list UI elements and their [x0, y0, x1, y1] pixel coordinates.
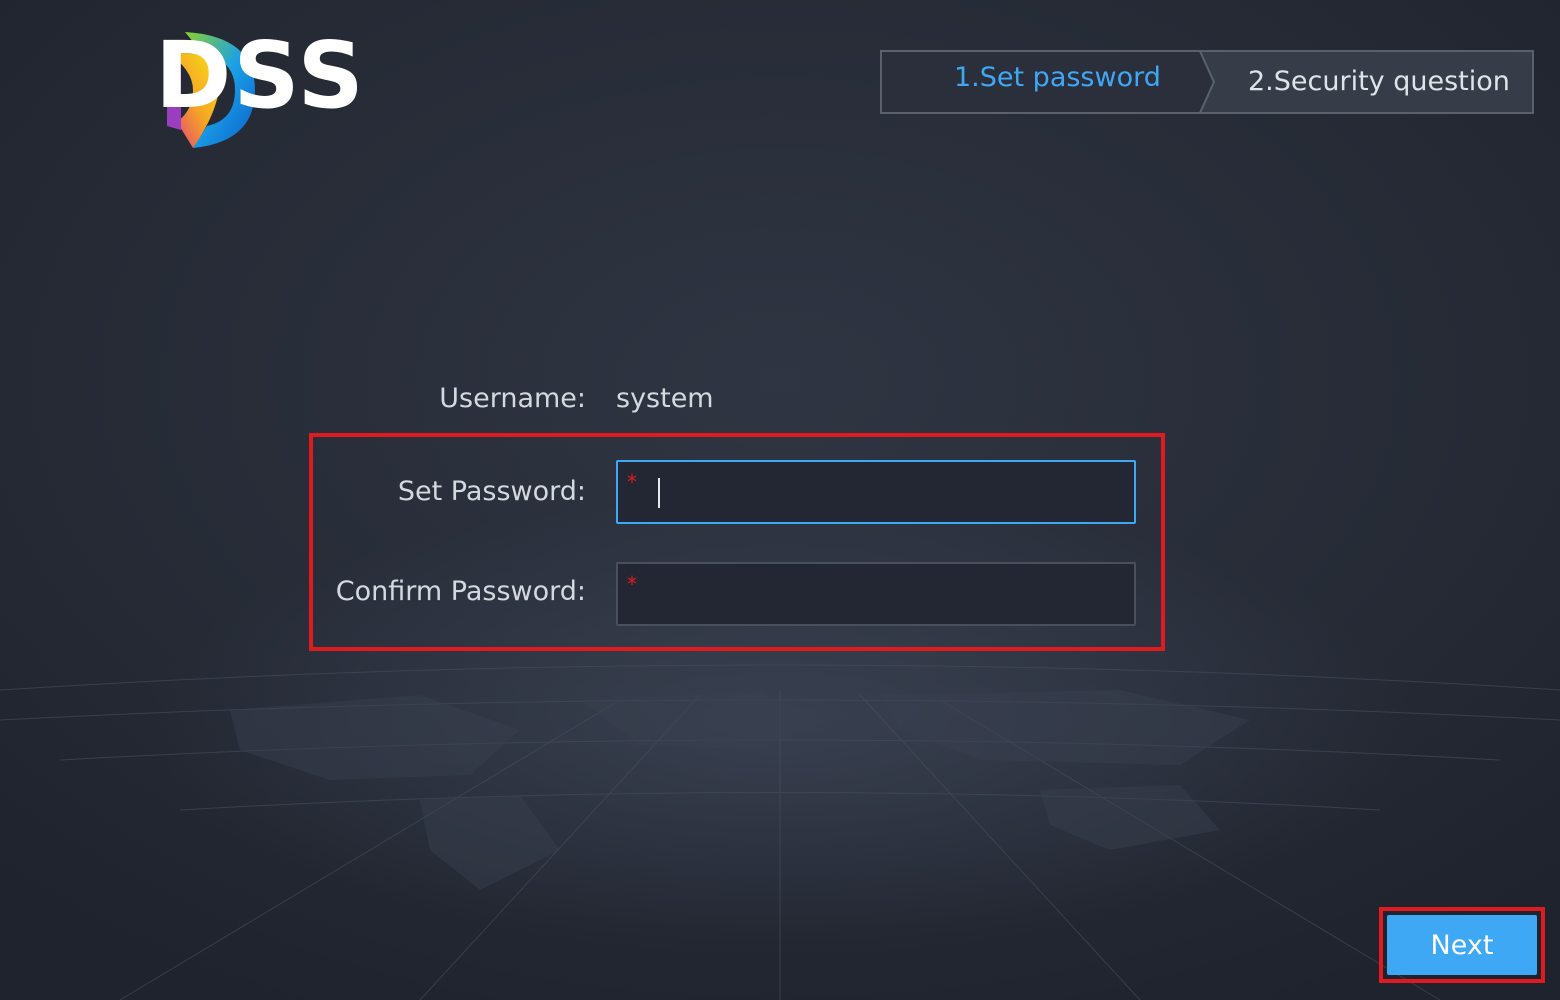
next-button[interactable]: Next: [1387, 915, 1537, 975]
confirm-password-input[interactable]: [668, 564, 1122, 626]
set-password-field[interactable]: *: [616, 460, 1136, 524]
next-button-highlight: Next: [1379, 907, 1545, 983]
world-map-background: [0, 664, 1560, 1000]
required-mark: *: [627, 572, 637, 596]
username-label: Username:: [439, 383, 586, 414]
setup-screen: DSS 1.Set password 2.Security question U…: [0, 0, 1560, 1000]
step-security-question: 2.Security question: [1248, 66, 1510, 97]
step-set-password: 1.Set password: [954, 62, 1161, 93]
required-mark: *: [627, 470, 637, 494]
confirm-password-label: Confirm Password:: [335, 576, 586, 607]
setup-steps: 1.Set password 2.Security question: [880, 50, 1534, 114]
set-password-input[interactable]: [668, 462, 1122, 524]
set-password-label: Set Password:: [397, 476, 586, 507]
brand-name: DSS: [155, 22, 366, 129]
text-caret: [658, 478, 660, 508]
username-value: system: [616, 383, 714, 414]
confirm-password-field[interactable]: *: [616, 562, 1136, 626]
